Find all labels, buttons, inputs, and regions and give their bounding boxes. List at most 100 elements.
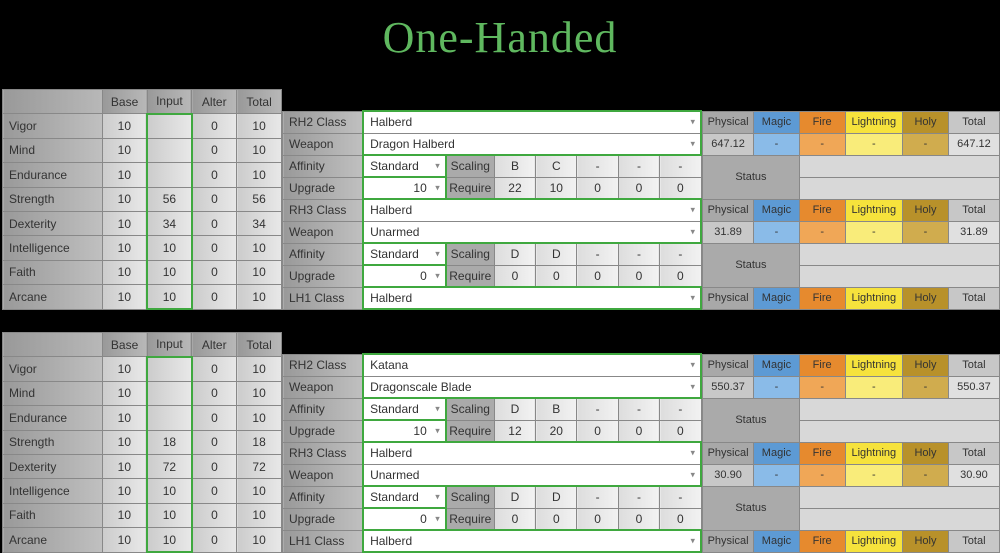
class-dropdown[interactable]: Halberd: [363, 111, 701, 133]
slot-upgrade-label: Upgrade: [283, 177, 364, 199]
dmg-fire: -: [799, 133, 845, 155]
stat-base: 10: [102, 163, 147, 187]
slot-class-label: RH2 Class: [283, 111, 364, 133]
stat-input[interactable]: [147, 114, 192, 138]
stat-input[interactable]: 56: [147, 187, 192, 211]
stats-table: Base Input Alter Total Vigor 10 0 10 Min…: [2, 332, 282, 553]
dmg-light: -: [845, 376, 903, 398]
scaling-label: Scaling: [446, 398, 495, 420]
weapon-dropdown[interactable]: Unarmed: [363, 221, 701, 243]
stat-label: Intelligence: [3, 479, 103, 503]
status-label: Status: [703, 398, 800, 442]
stat-input[interactable]: 72: [147, 454, 192, 478]
dmg-total: 31.89: [948, 221, 999, 243]
dmg-total-hdr: Total: [948, 199, 999, 221]
stat-input[interactable]: 34: [147, 211, 192, 235]
dmg-holy-hdr: Holy: [903, 354, 949, 376]
stat-label: Strength: [3, 187, 103, 211]
class-dropdown[interactable]: Halberd: [363, 287, 701, 309]
require-value: 0: [536, 265, 577, 287]
affinity-dropdown[interactable]: Standard: [363, 243, 446, 265]
require-value: 0: [577, 420, 618, 442]
slot-class-label: RH3 Class: [283, 442, 364, 464]
dmg-total-hdr: Total: [948, 442, 999, 464]
dmg-fire: -: [799, 376, 845, 398]
stat-alter: 0: [192, 211, 237, 235]
stat-total: 10: [237, 236, 282, 260]
stat-input[interactable]: 18: [147, 430, 192, 454]
upgrade-dropdown[interactable]: 10: [363, 177, 446, 199]
stat-input[interactable]: 10: [147, 528, 192, 553]
stat-input[interactable]: 10: [147, 479, 192, 503]
stat-alter: 0: [192, 381, 237, 405]
stat-input[interactable]: [147, 357, 192, 381]
class-dropdown[interactable]: Halberd: [363, 442, 701, 464]
dmg-total-hdr: Total: [948, 354, 999, 376]
stat-total: 10: [237, 406, 282, 430]
stat-alter: 0: [192, 260, 237, 284]
col-total: Total: [237, 333, 282, 357]
scaling-value: C: [536, 155, 577, 177]
require-value: 0: [618, 508, 659, 530]
slot-affinity-label: Affinity: [283, 398, 364, 420]
dmg-light: -: [845, 133, 903, 155]
weapon-dropdown[interactable]: Dragonscale Blade: [363, 376, 701, 398]
stat-alter: 0: [192, 138, 237, 162]
upgrade-dropdown[interactable]: 0: [363, 265, 446, 287]
stat-input[interactable]: 10: [147, 285, 192, 310]
dmg-light-hdr: Lightning: [845, 287, 903, 309]
stat-alter: 0: [192, 430, 237, 454]
stat-input[interactable]: 10: [147, 236, 192, 260]
scaling-value: -: [577, 155, 618, 177]
scaling-value: -: [618, 243, 659, 265]
stat-input[interactable]: 10: [147, 260, 192, 284]
affinity-dropdown[interactable]: Standard: [363, 398, 446, 420]
scaling-value: -: [618, 398, 659, 420]
dmg-fire-hdr: Fire: [799, 199, 845, 221]
scaling-value: D: [494, 243, 535, 265]
require-value: 0: [577, 508, 618, 530]
stats-table: Base Input Alter Total Vigor 10 0 10 Min…: [2, 89, 282, 310]
require-value: 0: [577, 177, 618, 199]
stat-input[interactable]: [147, 138, 192, 162]
stat-label: Dexterity: [3, 454, 103, 478]
scaling-value: B: [536, 398, 577, 420]
require-value: 0: [660, 177, 701, 199]
stat-base: 10: [102, 430, 147, 454]
page-title: One-Handed: [0, 0, 1000, 89]
require-value: 0: [618, 265, 659, 287]
dmg-phys: 31.89: [703, 221, 754, 243]
stat-alter: 0: [192, 285, 237, 310]
stat-input[interactable]: 10: [147, 503, 192, 527]
stat-label: Endurance: [3, 406, 103, 430]
stat-total: 72: [237, 454, 282, 478]
dmg-phys-hdr: Physical: [703, 530, 754, 552]
stat-base: 10: [102, 406, 147, 430]
class-dropdown[interactable]: Katana: [363, 354, 701, 376]
dmg-holy: -: [903, 133, 949, 155]
class-dropdown[interactable]: Halberd: [363, 199, 701, 221]
weapon-dropdown[interactable]: Dragon Halberd: [363, 133, 701, 155]
affinity-dropdown[interactable]: Standard: [363, 155, 446, 177]
upgrade-dropdown[interactable]: 10: [363, 420, 446, 442]
dmg-holy: -: [903, 464, 949, 486]
stat-input[interactable]: [147, 406, 192, 430]
stat-alter: 0: [192, 187, 237, 211]
upgrade-dropdown[interactable]: 0: [363, 508, 446, 530]
status-value-2: [799, 177, 999, 199]
slot-affinity-label: Affinity: [283, 155, 364, 177]
stat-alter: 0: [192, 454, 237, 478]
stat-total: 10: [237, 357, 282, 381]
stat-alter: 0: [192, 236, 237, 260]
class-dropdown[interactable]: Halberd: [363, 530, 701, 552]
col-alter: Alter: [192, 333, 237, 357]
weapon-dropdown[interactable]: Unarmed: [363, 464, 701, 486]
stat-label: Intelligence: [3, 236, 103, 260]
dmg-phys-hdr: Physical: [703, 111, 754, 133]
dmg-phys-hdr: Physical: [703, 199, 754, 221]
stat-input[interactable]: [147, 163, 192, 187]
slot-class-label: LH1 Class: [283, 530, 364, 552]
stat-input[interactable]: [147, 381, 192, 405]
dmg-total-hdr: Total: [948, 530, 999, 552]
stat-alter: 0: [192, 163, 237, 187]
